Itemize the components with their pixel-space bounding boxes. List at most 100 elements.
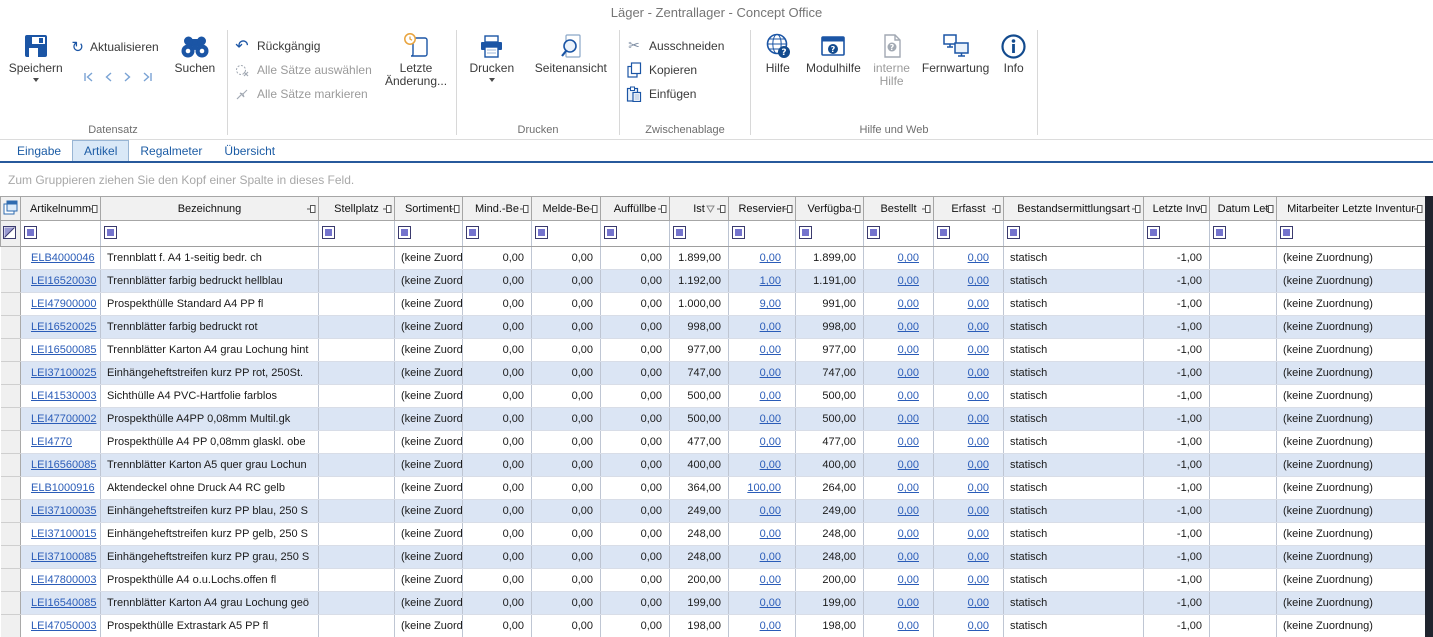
cell-artikelnummer[interactable]: LEI37100035: [21, 500, 101, 523]
table-row[interactable]: LEI37100035Einhängeheftstreifen kurz PP …: [1, 500, 1426, 523]
reserviert-link[interactable]: 0,00: [760, 620, 781, 632]
table-row[interactable]: ELB1000916Aktendeckel ohne Druck A4 RC g…: [1, 477, 1426, 500]
cell-bestandsermittlungsart[interactable]: statisch: [1004, 408, 1144, 431]
row-indicator[interactable]: [1, 362, 21, 385]
cell-auffuellbe[interactable]: 0,00: [601, 477, 670, 500]
cell-reserviert[interactable]: 0,00: [729, 339, 796, 362]
cell-melde_be[interactable]: 0,00: [532, 615, 601, 637]
column-header-reserviert[interactable]: Reservier: [729, 197, 796, 221]
cell-verfuegbar[interactable]: 747,00: [796, 362, 864, 385]
cell-bestandsermittlungsart[interactable]: statisch: [1004, 454, 1144, 477]
cell-verfuegbar[interactable]: 249,00: [796, 500, 864, 523]
reserviert-link[interactable]: 0,00: [760, 321, 781, 333]
cell-bestandsermittlungsart[interactable]: statisch: [1004, 523, 1144, 546]
bestellt-link[interactable]: 0,00: [898, 252, 919, 264]
cell-letzte_inv[interactable]: -1,00: [1144, 500, 1210, 523]
artikelnummer-link[interactable]: ELB4000046: [31, 252, 95, 264]
cell-erfasst[interactable]: 0,00: [934, 316, 1004, 339]
cell-bestellt[interactable]: 0,00: [864, 615, 934, 637]
filter-cell-ist[interactable]: [670, 221, 729, 247]
bestellt-link[interactable]: 0,00: [898, 367, 919, 379]
cell-mitarbeiter[interactable]: (keine Zuordnung): [1277, 316, 1426, 339]
cell-reserviert[interactable]: 0,00: [729, 385, 796, 408]
reserviert-link[interactable]: 0,00: [760, 551, 781, 563]
cell-mitarbeiter[interactable]: (keine Zuordnung): [1277, 523, 1426, 546]
mark-all-records-button[interactable]: Alle Sätze markieren: [233, 82, 379, 106]
column-header-mitarbeiter[interactable]: Mitarbeiter Letzte Inventur: [1277, 197, 1426, 221]
print-dropdown-caret[interactable]: [489, 78, 495, 82]
cell-bestandsermittlungsart[interactable]: statisch: [1004, 569, 1144, 592]
cell-bestellt[interactable]: 0,00: [864, 477, 934, 500]
cell-artikelnummer[interactable]: LEI4770: [21, 431, 101, 454]
row-indicator[interactable]: [1, 293, 21, 316]
cell-bezeichnung[interactable]: Prospekthülle A4PP 0,08mm Multil.gk: [101, 408, 319, 431]
erfasst-link[interactable]: 0,00: [968, 344, 989, 356]
group-by-panel[interactable]: Zum Gruppieren ziehen Sie den Kopf einer…: [0, 163, 1433, 196]
erfasst-link[interactable]: 0,00: [968, 367, 989, 379]
cell-verfuegbar[interactable]: 477,00: [796, 431, 864, 454]
erfasst-link[interactable]: 0,00: [968, 436, 989, 448]
erfasst-link[interactable]: 0,00: [968, 275, 989, 287]
reserviert-link[interactable]: 0,00: [760, 390, 781, 402]
cell-sortiment[interactable]: (keine Zuord: [395, 316, 463, 339]
cell-bestandsermittlungsart[interactable]: statisch: [1004, 385, 1144, 408]
cell-stellplatz[interactable]: [319, 408, 395, 431]
row-indicator[interactable]: [1, 247, 21, 270]
cell-datum_let[interactable]: [1210, 569, 1277, 592]
filter-cell-verfuegbar[interactable]: [796, 221, 864, 247]
artikelnummer-link[interactable]: LEI16520025: [31, 321, 96, 333]
column-header-bezeichnung[interactable]: Bezeichnung: [101, 197, 319, 221]
cell-artikelnummer[interactable]: ELB1000916: [21, 477, 101, 500]
cell-mitarbeiter[interactable]: (keine Zuordnung): [1277, 454, 1426, 477]
cell-sortiment[interactable]: (keine Zuord: [395, 270, 463, 293]
cell-bestandsermittlungsart[interactable]: statisch: [1004, 500, 1144, 523]
cell-ist[interactable]: 747,00: [670, 362, 729, 385]
erfasst-link[interactable]: 0,00: [968, 528, 989, 540]
filter-cell-sortiment[interactable]: [395, 221, 463, 247]
bestellt-link[interactable]: 0,00: [898, 275, 919, 287]
cell-mind_be[interactable]: 0,00: [463, 477, 532, 500]
cell-stellplatz[interactable]: [319, 546, 395, 569]
bestellt-link[interactable]: 0,00: [898, 505, 919, 517]
table-row[interactable]: LEI4770Prospekthülle A4 PP 0,08mm glaskl…: [1, 431, 1426, 454]
cell-letzte_inv[interactable]: -1,00: [1144, 477, 1210, 500]
cell-artikelnummer[interactable]: LEI41530003: [21, 385, 101, 408]
cell-stellplatz[interactable]: [319, 293, 395, 316]
cell-bezeichnung[interactable]: Prospekthülle A4 PP 0,08mm glaskl. obe: [101, 431, 319, 454]
cell-reserviert[interactable]: 0,00: [729, 431, 796, 454]
cell-bestandsermittlungsart[interactable]: statisch: [1004, 270, 1144, 293]
cell-letzte_inv[interactable]: -1,00: [1144, 293, 1210, 316]
cell-melde_be[interactable]: 0,00: [532, 454, 601, 477]
cell-bezeichnung[interactable]: Einhängeheftstreifen kurz PP gelb, 250 S: [101, 523, 319, 546]
cell-mind_be[interactable]: 0,00: [463, 523, 532, 546]
cell-auffuellbe[interactable]: 0,00: [601, 523, 670, 546]
nav-last-button[interactable]: [142, 72, 154, 82]
cell-sortiment[interactable]: (keine Zuord: [395, 293, 463, 316]
cell-bestandsermittlungsart[interactable]: statisch: [1004, 316, 1144, 339]
table-row[interactable]: LEI16520025Trennblätter farbig bedruckt …: [1, 316, 1426, 339]
cell-verfuegbar[interactable]: 264,00: [796, 477, 864, 500]
cell-datum_let[interactable]: [1210, 615, 1277, 637]
bestellt-link[interactable]: 0,00: [898, 459, 919, 471]
cell-melde_be[interactable]: 0,00: [532, 592, 601, 615]
cell-mitarbeiter[interactable]: (keine Zuordnung): [1277, 362, 1426, 385]
info-button[interactable]: Info: [995, 28, 1032, 75]
cell-mind_be[interactable]: 0,00: [463, 316, 532, 339]
bestellt-link[interactable]: 0,00: [898, 298, 919, 310]
filter-cell-bestandsermittlungsart[interactable]: [1004, 221, 1144, 247]
row-indicator[interactable]: [1, 615, 21, 637]
column-header-erfasst[interactable]: Erfasst: [934, 197, 1004, 221]
cell-bestandsermittlungsart[interactable]: statisch: [1004, 546, 1144, 569]
cell-reserviert[interactable]: 0,00: [729, 523, 796, 546]
cell-mind_be[interactable]: 0,00: [463, 615, 532, 637]
row-indicator[interactable]: [1, 270, 21, 293]
cell-melde_be[interactable]: 0,00: [532, 523, 601, 546]
cell-erfasst[interactable]: 0,00: [934, 546, 1004, 569]
tab-regalmeter[interactable]: Regalmeter: [129, 141, 213, 161]
bestellt-link[interactable]: 0,00: [898, 482, 919, 494]
cell-bestellt[interactable]: 0,00: [864, 247, 934, 270]
cell-ist[interactable]: 249,00: [670, 500, 729, 523]
cell-bezeichnung[interactable]: Sichthülle A4 PVC-Hartfolie farblos: [101, 385, 319, 408]
erfasst-link[interactable]: 0,00: [968, 459, 989, 471]
cell-stellplatz[interactable]: [319, 569, 395, 592]
